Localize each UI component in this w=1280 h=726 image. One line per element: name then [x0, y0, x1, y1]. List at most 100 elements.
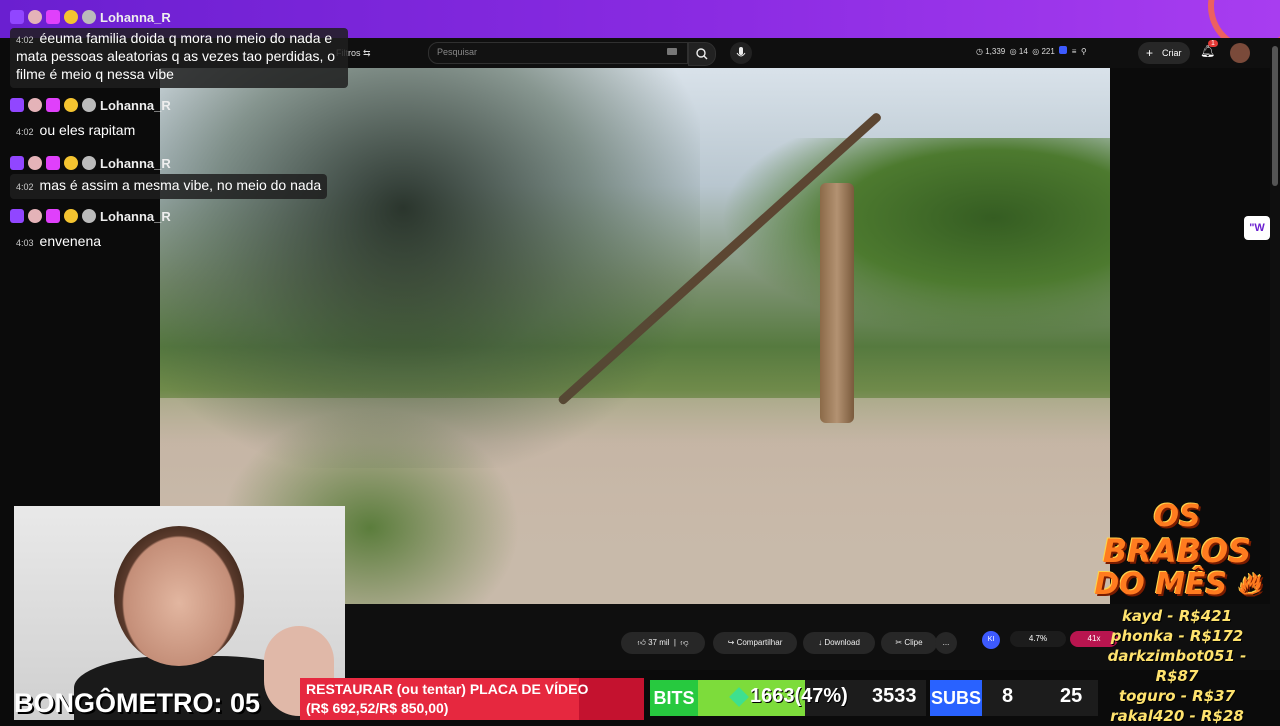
download-button[interactable]: ↓ Download	[803, 632, 875, 654]
chat-timestamp: 4:02	[16, 182, 34, 192]
bits-goal: 3533	[872, 685, 917, 707]
list-icon[interactable]: ≡	[1072, 47, 1077, 56]
goal-amount: (R$ 692,52/R$ 850,00)	[306, 700, 449, 716]
extension-badge[interactable]: KI	[982, 631, 1000, 649]
mic-icon	[736, 47, 746, 57]
thumbs-up-icon: 👍︎	[637, 638, 646, 647]
chat-text: mas é assim a mesma vibe, no meio do nad…	[39, 177, 322, 193]
twitch-icon	[10, 209, 24, 223]
webcam-person-head	[114, 526, 244, 666]
heart-badge-icon	[46, 10, 60, 24]
scrollbar[interactable]	[1270, 40, 1280, 640]
pin-icon[interactable]: ⚲	[1081, 47, 1087, 56]
scrollbar-thumb[interactable]	[1272, 46, 1278, 186]
chat-message-header: Lohanna_R	[10, 154, 348, 172]
meter-left-value: 4.7%	[1028, 634, 1048, 643]
share-label: Compartilhar	[736, 638, 783, 647]
emoji-badge-icon	[64, 10, 78, 24]
donor-entry: darkzimbot051 - R$87	[1107, 647, 1247, 685]
emoji-badge-icon	[64, 209, 78, 223]
badge-icon	[82, 156, 96, 170]
bits-value: 1663(47%)	[750, 685, 848, 707]
emoji-badge-icon	[64, 98, 78, 112]
chat-message: 4:02 mas é assim a mesma vibe, no meio do…	[10, 174, 328, 199]
chat-message-header: Lohanna_R	[10, 8, 348, 26]
chat-message: 4:03 envenena	[10, 231, 348, 253]
twitch-icon	[10, 98, 24, 112]
chat-text: ou eles rapitam	[39, 122, 136, 138]
heart-badge-icon	[46, 98, 60, 112]
youtube-header: Filtros ⇆ Pesquisar ◷ 1,339 ◎ 14 ◎ 221 ≡…	[300, 38, 1280, 68]
fire-icon: 🔥︎	[1237, 567, 1260, 602]
chat-overlay: Lohanna_R 4:02 éeuma familia doida q mora…	[10, 8, 348, 253]
extension-badge-label: KI	[987, 636, 995, 643]
avatar[interactable]	[1230, 43, 1250, 63]
like-count: 37 mil	[648, 638, 670, 647]
heart-badge-icon	[46, 156, 60, 170]
chat-username: Lohanna_R	[100, 208, 171, 224]
meter-left-pill: 4.7%	[1010, 631, 1066, 647]
video-trees	[720, 138, 1110, 338]
subs-goal: 25	[1060, 685, 1083, 707]
chat-timestamp: 4:02	[16, 127, 34, 137]
create-button[interactable]: + Criar	[1138, 42, 1190, 64]
user-avatar-icon	[28, 98, 42, 112]
chat-message: 4:02 ou eles rapitam	[10, 120, 141, 144]
search-icon	[696, 48, 708, 60]
chat-text: envenena	[39, 233, 102, 249]
badge-icon	[82, 98, 96, 112]
download-icon: ↓	[818, 638, 823, 647]
user-avatar-icon	[28, 10, 42, 24]
search-input[interactable]: Pesquisar	[428, 42, 688, 64]
subs-goal-bar: SUBS 8 25	[930, 680, 1098, 716]
twitch-icon	[10, 156, 24, 170]
heart-badge-icon	[46, 209, 60, 223]
brabos-title-text: DO MÊS	[1094, 567, 1228, 602]
side-widget-button[interactable]: "W	[1244, 216, 1270, 240]
more-actions-button[interactable]: ...	[935, 632, 957, 654]
mic-button[interactable]	[730, 42, 752, 64]
scissors-icon: ✂	[895, 638, 903, 647]
chat-username: Lohanna_R	[100, 155, 171, 171]
plus-icon: +	[1146, 46, 1154, 60]
donation-goal-bar: RESTAURAR (ou tentar) PLACA DE VÍDEO (R$…	[300, 678, 644, 720]
chat-username: Lohanna_R	[100, 9, 171, 25]
download-label: Download	[824, 638, 860, 647]
stat-likes: 221	[1041, 47, 1055, 56]
chat-timestamp: 4:03	[16, 238, 34, 248]
bits-goal-bar: BITS 1663(47%) 3533	[650, 680, 926, 716]
stat-comments: 14	[1018, 47, 1028, 56]
donation-goal-text: RESTAURAR (ou tentar) PLACA DE VÍDEO (R$…	[306, 680, 588, 718]
stat-views: 1,339	[985, 47, 1006, 56]
chat-username: Lohanna_R	[100, 97, 171, 113]
extension-icon[interactable]	[1059, 46, 1068, 54]
chat-message-header: Lohanna_R	[10, 96, 348, 114]
video-fence-post	[820, 183, 854, 423]
twitch-icon	[10, 10, 24, 24]
like-dislike-button[interactable]: 👍︎ 37 mil | 👎︎	[621, 632, 705, 654]
badge-icon	[82, 209, 96, 223]
donor-entry: toguro - R$37	[1118, 687, 1236, 705]
chat-message-header: Lohanna_R	[10, 207, 348, 225]
chat-text: éeuma familia doida q mora no meio do na…	[16, 30, 336, 82]
brabos-title-line: DO MÊS 🔥︎	[1086, 568, 1268, 602]
brabos-title-line: BRABOS	[1102, 532, 1252, 570]
bongometro-counter: BONGÔMETRO: 05	[14, 688, 261, 718]
clip-button[interactable]: ✂ Clipe	[881, 632, 937, 654]
user-avatar-icon	[28, 156, 42, 170]
keyboard-icon[interactable]	[667, 48, 677, 55]
donor-entry: kayd - R$421	[1121, 607, 1233, 625]
create-label: Criar	[1162, 48, 1182, 58]
user-avatar-icon	[28, 209, 42, 223]
subs-value: 8	[1002, 685, 1014, 707]
search-button[interactable]	[688, 42, 716, 66]
notification-badge: 1	[1208, 40, 1218, 47]
notifications-button[interactable]: 🔔︎ 1	[1200, 40, 1218, 58]
subs-label: SUBS	[930, 680, 982, 716]
search-placeholder: Pesquisar	[437, 47, 478, 57]
donor-entry: phonka - R$172	[1110, 627, 1244, 645]
bits-label: BITS	[650, 680, 698, 716]
share-button[interactable]: ↪ Compartilhar	[713, 632, 797, 654]
clip-label: Clipe	[904, 638, 923, 647]
thumbs-down-icon: 👎︎	[680, 638, 689, 647]
